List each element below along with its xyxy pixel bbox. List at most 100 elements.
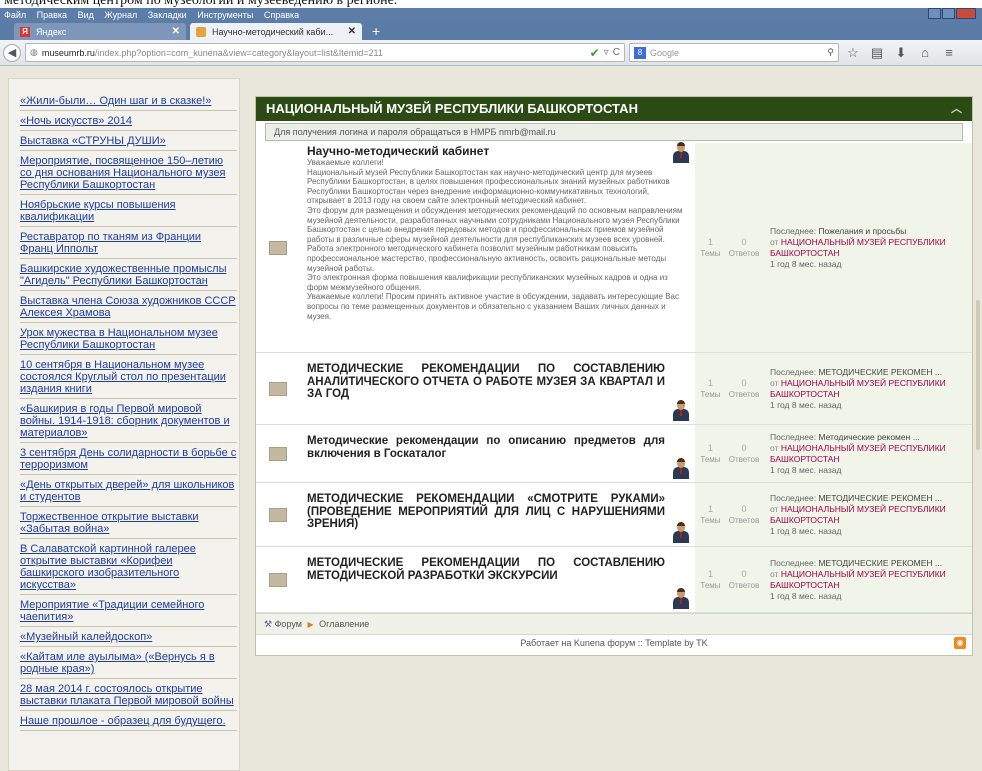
forum-title[interactable]: Научно-методический кабинет [307, 145, 695, 158]
last-post-time: 1 год 8 мес. назад [770, 525, 842, 536]
forum-body: Методические рекомендации по описанию пр… [300, 425, 695, 482]
topics-label: Темы [700, 515, 721, 525]
moderator-avatar-icon[interactable] [673, 458, 689, 479]
sidebar-news-link[interactable]: Выставка «СТРУНЫ ДУШИ» [20, 131, 237, 151]
sidebar-news-link[interactable]: 28 мая 2014 г. состоялось открытие выста… [20, 679, 237, 711]
replies-count-cell: 0 Ответов [726, 143, 762, 352]
last-post-author[interactable]: НАЦИОНАЛЬНЫЙ МУЗЕЙ РЕСПУБЛИКИ БАШКОРТОСТ… [770, 378, 946, 399]
bookmarks-list-icon[interactable]: ▤ [867, 45, 887, 61]
home-icon[interactable]: ⌂ [915, 45, 935, 60]
moderator-avatar-icon[interactable] [673, 400, 689, 421]
menu-bar: Файл Правка Вид Журнал Закладки Инструме… [0, 8, 982, 22]
search-bar[interactable]: 8 Google ⚲ [629, 43, 839, 62]
google-icon: 8 [634, 46, 646, 59]
forum-title[interactable]: Методические рекомендации по описанию пр… [307, 427, 695, 460]
forum-row: МЕТОДИЧЕСКИЕ РЕКОМЕНДАЦИИ ПО СОСТАВЛЕНИЮ… [256, 353, 972, 425]
bookmark-star-icon[interactable]: ☆ [843, 45, 863, 61]
menu-file[interactable]: Файл [4, 10, 26, 20]
menu-tools[interactable]: Инструменты [197, 10, 253, 20]
close-icon[interactable]: ✕ [172, 26, 180, 37]
sidebar-news-link[interactable]: Башкирские художественные промыслы "Агид… [20, 259, 237, 291]
last-post-author[interactable]: НАЦИОНАЛЬНЫЙ МУЗЕЙ РЕСПУБЛИКИ БАШКОРТОСТ… [770, 569, 946, 590]
tab-methodical-cabinet[interactable]: Научно-методический каби... ✕ [190, 23, 362, 40]
category-note: Для получения логина и пароля обращаться… [265, 123, 963, 141]
tab-bar: Я Яндекс ✕ Научно-методический каби... ✕… [0, 22, 982, 40]
replies-count: 0 [741, 568, 747, 579]
sidebar-news-links: «Жили-были… Один шаг и в сказке!» «Ночь и… [8, 78, 240, 771]
maximize-button[interactable] [942, 8, 955, 19]
breadcrumb-forum[interactable]: Форум [275, 619, 302, 629]
sidebar-news-link[interactable]: «Ночь искусств» 2014 [20, 111, 237, 131]
topics-count: 1 [707, 442, 713, 453]
last-post-by: от [770, 377, 779, 388]
last-post-author[interactable]: НАЦИОНАЛЬНЫЙ МУЗЕЙ РЕСПУБЛИКИ БАШКОРТОСТ… [770, 443, 946, 464]
forum-body: МЕТОДИЧЕСКИЕ РЕКОМЕНДАЦИИ «СМОТРИТЕ РУКА… [300, 483, 695, 546]
sidebar-news-link[interactable]: Ноябрьские курсы повышения квалификации [20, 195, 237, 227]
category-header: НАЦИОНАЛЬНЫЙ МУЗЕЙ РЕСПУБЛИКИ БАШКОРТОСТ… [256, 97, 972, 121]
topics-count-cell: 1 Темы [695, 353, 726, 424]
category-title[interactable]: НАЦИОНАЛЬНЫЙ МУЗЕЙ РЕСПУБЛИКИ БАШКОРТОСТ… [266, 101, 638, 116]
last-post-prefix: Последнее: [770, 431, 817, 442]
breadcrumb-index[interactable]: Оглавление [319, 619, 369, 629]
close-window-button[interactable] [956, 8, 976, 19]
last-post-author[interactable]: НАЦИОНАЛЬНЫЙ МУЗЕЙ РЕСПУБЛИКИ БАШКОРТОСТ… [770, 237, 946, 258]
sidebar-news-link[interactable]: Мероприятие «Традиции семейного чаепития… [20, 595, 237, 627]
search-icon[interactable]: ⚲ [827, 47, 838, 58]
menu-edit[interactable]: Правка [37, 10, 67, 20]
forum-title[interactable]: МЕТОДИЧЕСКИЕ РЕКОМЕНДАЦИИ ПО СОСТАВЛЕНИЮ… [307, 355, 695, 401]
menu-history[interactable]: Журнал [104, 10, 137, 20]
dropdown-arrow-icon[interactable]: ▿ [604, 47, 609, 58]
sidebar-news-link[interactable]: Мероприятие, посвященное 150–летию со дн… [20, 151, 237, 195]
moderator-avatar-icon[interactable] [673, 142, 689, 163]
sidebar-news-link[interactable]: Реставратор по тканям из Франции Франц И… [20, 227, 237, 259]
menu-bookmarks[interactable]: Закладки [148, 10, 187, 20]
forum-title[interactable]: МЕТОДИЧЕСКИЕ РЕКОМЕНДАЦИИ ПО СОСТАВЛЕНИЮ… [307, 549, 695, 582]
checkmark-icon[interactable]: ✔ [590, 46, 600, 60]
topics-count: 1 [707, 236, 713, 247]
sidebar-news-link[interactable]: «Жили-были… Один шаг и в сказке!» [20, 79, 237, 111]
last-post-topic[interactable]: МЕТОДИЧЕСКИЕ РЕКОМЕН ... [818, 367, 942, 377]
footer-text[interactable]: Работает на Kunena форум :: Template by … [520, 638, 707, 648]
menu-icon[interactable]: ≡ [939, 45, 959, 60]
forum-title[interactable]: МЕТОДИЧЕСКИЕ РЕКОМЕНДАЦИИ «СМОТРИТЕ РУКА… [307, 485, 695, 531]
last-post-topic[interactable]: МЕТОДИЧЕСКИЕ РЕКОМЕН ... [818, 558, 942, 568]
last-post-topic[interactable]: Пожелания и просьбы [818, 226, 906, 236]
download-icon[interactable]: ⬇ [891, 45, 911, 61]
moderator-avatar-icon[interactable] [673, 522, 689, 543]
menu-help[interactable]: Справка [264, 10, 299, 20]
new-tab-button[interactable]: + [366, 23, 386, 40]
sidebar-news-link[interactable]: Наше прошлое - образец для будущего. [20, 711, 237, 731]
sidebar-news-link[interactable]: «Башкирия в годы Первой мировой войны. 1… [20, 399, 237, 443]
tab-yandex[interactable]: Я Яндекс ✕ [14, 23, 186, 40]
moderator-avatar-icon[interactable] [673, 588, 689, 609]
sidebar-news-link[interactable]: Выставка члена Союза художников СССР Але… [20, 291, 237, 323]
minimize-button[interactable] [928, 8, 941, 19]
last-post-topic[interactable]: Методические рекомен ... [818, 432, 919, 442]
menu-view[interactable]: Вид [78, 10, 94, 20]
topics-label: Темы [700, 454, 721, 464]
sidebar-news-link[interactable]: 10 сентября в Национальном музее состоял… [20, 355, 237, 399]
rss-icon[interactable]: ◉ [954, 637, 966, 649]
last-post-author[interactable]: НАЦИОНАЛЬНЫЙ МУЗЕЙ РЕСПУБЛИКИ БАШКОРТОСТ… [770, 504, 946, 525]
reload-icon[interactable]: C [613, 47, 620, 58]
close-icon[interactable]: ✕ [348, 26, 356, 37]
sidebar-news-link[interactable]: «Кайтам иле ауылыма» («Вернусь я в родны… [20, 647, 237, 679]
back-arrow-icon[interactable]: ◀ [3, 43, 21, 62]
sidebar-news-link[interactable]: В Салаватской картинной галерее открытие… [20, 539, 237, 595]
collapse-chevron-icon[interactable]: ︿ [951, 97, 962, 121]
sidebar-news-link[interactable]: «Музейный калейдоскоп» [20, 627, 237, 647]
sidebar-news-link[interactable]: 3 сентября День солидарности в борьбе с … [20, 443, 237, 475]
last-post-by: от [770, 568, 779, 579]
topics-count-cell: 1 Темы [695, 547, 726, 612]
sidebar-news-link[interactable]: Торжественное открытие выставки «Забытая… [20, 507, 237, 539]
last-post-time: 1 год 8 мес. назад [770, 399, 842, 410]
url-bar[interactable]: ◍ museumrb.ru/index.php?option=com_kunen… [25, 43, 625, 62]
page-scrollbar[interactable] [976, 300, 980, 450]
breadcrumb-separator-icon: ▶ [307, 620, 314, 629]
topics-count: 1 [707, 568, 713, 579]
sidebar-news-link[interactable]: «День открытых дверей» для школьников и … [20, 475, 237, 507]
replies-label: Ответов [728, 515, 760, 525]
last-post-topic[interactable]: МЕТОДИЧЕСКИЕ РЕКОМЕН ... [818, 493, 942, 503]
sidebar-news-link[interactable]: Урок мужества в Национальном музее Респу… [20, 323, 237, 355]
topics-count-cell: 1 Темы [695, 483, 726, 546]
